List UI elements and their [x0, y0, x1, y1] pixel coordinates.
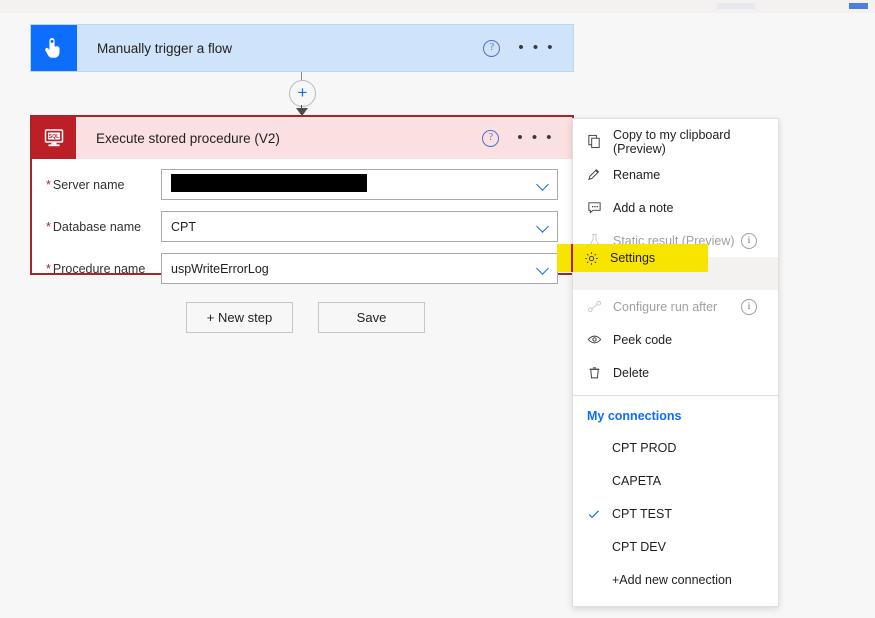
connection-item-add-new[interactable]: +Add new connection	[573, 563, 778, 596]
redaction-bar	[171, 174, 367, 192]
note-icon	[587, 200, 613, 215]
menu-item-static-result: Static result (Preview) i	[573, 224, 778, 257]
field-label-text: Procedure name	[52, 261, 146, 276]
database-name-value: CPT	[171, 219, 196, 234]
ellipsis-icon[interactable]: • • •	[517, 130, 554, 145]
field-label-text: Database name	[52, 219, 142, 234]
eye-icon	[587, 332, 613, 347]
help-circle-icon[interactable]: ?	[482, 129, 500, 147]
connections-section-title: My connections	[587, 409, 682, 423]
connection-item-cpt-prod[interactable]: CPT PROD	[573, 431, 778, 464]
menu-item-label: Static result (Preview)	[613, 233, 735, 248]
field-label-procedure-name: * Procedure name	[46, 262, 161, 276]
connection-item-cpt-test[interactable]: CPT TEST	[573, 497, 778, 530]
menu-item-label: Add a note	[613, 200, 674, 215]
action-card-body: * Server name * Database name CPT * Proc…	[32, 159, 572, 301]
plus-icon[interactable]: +	[289, 80, 316, 107]
trigger-card[interactable]: Manually trigger a flow ? • • •	[30, 24, 574, 72]
flow-designer-canvas: Manually trigger a flow ? • • • + SQL Ex…	[0, 13, 875, 618]
action-card-actions: ? • • •	[482, 117, 572, 159]
field-label-database-name: * Database name	[46, 220, 161, 234]
info-circle-icon[interactable]: i	[741, 298, 757, 315]
field-row-database-name: * Database name CPT	[46, 211, 558, 242]
chevron-down-icon[interactable]	[535, 177, 551, 193]
connection-label: CAPETA	[612, 473, 662, 488]
ellipsis-icon[interactable]: • • •	[518, 40, 555, 55]
action-context-menu[interactable]: Copy to my clipboard (Preview) Rename Ad…	[572, 118, 779, 607]
connection-label: CPT DEV	[612, 539, 666, 554]
server-name-value	[171, 174, 535, 195]
menu-item-peek-code[interactable]: Peek code	[573, 323, 778, 356]
action-title: Execute stored procedure (V2)	[96, 130, 280, 146]
menu-item-label: Configure run after	[613, 299, 718, 314]
action-card-execute-stored-procedure[interactable]: SQL Execute stored procedure (V2) ? • • …	[30, 115, 574, 284]
add-step-connector[interactable]: +	[281, 72, 323, 116]
procedure-name-input[interactable]: uspWriteErrorLog	[161, 253, 558, 284]
svg-text:SQL: SQL	[49, 134, 60, 140]
run-after-icon	[587, 299, 613, 314]
trigger-title: Manually trigger a flow	[97, 40, 233, 56]
connection-label: CPT PROD	[612, 440, 677, 455]
new-step-button[interactable]: + New step	[186, 302, 293, 333]
field-label-server-name: * Server name	[46, 178, 161, 192]
toolbar-ghost-item	[717, 3, 755, 9]
menu-item-label: Rename	[613, 167, 661, 182]
required-marker: *	[46, 177, 51, 192]
chevron-down-icon[interactable]	[535, 261, 551, 277]
action-card-border-segment	[571, 244, 573, 272]
top-toolbar-remnant	[0, 0, 875, 13]
down-arrow-icon	[296, 105, 308, 116]
menu-item-copy-to-clipboard[interactable]: Copy to my clipboard (Preview)	[573, 125, 778, 158]
menu-item-add-a-note[interactable]: Add a note	[573, 191, 778, 224]
procedure-name-value: uspWriteErrorLog	[171, 261, 269, 276]
connection-label: +Add new connection	[612, 572, 732, 587]
action-card-header: SQL Execute stored procedure (V2) ? • • …	[32, 117, 572, 159]
designer-button-bar: + New step Save	[186, 302, 425, 333]
save-button[interactable]: Save	[318, 302, 425, 333]
menu-item-settings[interactable]	[573, 257, 778, 290]
connection-label: CPT TEST	[612, 506, 672, 521]
info-circle-icon[interactable]: i	[741, 232, 757, 249]
connection-item-cpt-dev[interactable]: CPT DEV	[573, 530, 778, 563]
menu-item-label: Peek code	[613, 332, 673, 347]
menu-item-rename[interactable]: Rename	[573, 158, 778, 191]
copy-icon	[587, 134, 613, 149]
required-marker: *	[46, 261, 51, 276]
menu-item-configure-run-after: Configure run after i	[573, 290, 778, 323]
connector-line-top	[301, 72, 302, 80]
flask-icon	[587, 233, 613, 248]
pencil-icon	[587, 167, 613, 182]
field-label-text: Server name	[52, 177, 125, 192]
toolbar-ghost-accent	[849, 3, 868, 9]
menu-item-delete[interactable]: Delete	[573, 356, 778, 389]
field-row-server-name: * Server name	[46, 169, 558, 200]
check-icon	[587, 507, 612, 521]
sql-server-icon: SQL	[32, 117, 76, 159]
required-marker: *	[46, 219, 51, 234]
help-circle-icon[interactable]: ?	[483, 39, 501, 57]
connection-item-capeta[interactable]: CAPETA	[573, 464, 778, 497]
chevron-down-icon[interactable]	[535, 219, 551, 235]
tap-hand-icon	[31, 25, 77, 71]
trigger-actions: ? • • •	[483, 25, 573, 71]
database-name-input[interactable]: CPT	[161, 211, 558, 242]
menu-item-label: Delete	[613, 365, 650, 380]
connections-list: CPT PROD CAPETA CPT TEST CPT DEV +Add ne…	[573, 431, 778, 606]
menu-item-label: Copy to my clipboard (Preview)	[613, 127, 731, 156]
field-row-procedure-name: * Procedure name uspWriteErrorLog	[46, 253, 558, 284]
trash-icon	[587, 365, 613, 380]
server-name-input[interactable]	[161, 169, 558, 200]
